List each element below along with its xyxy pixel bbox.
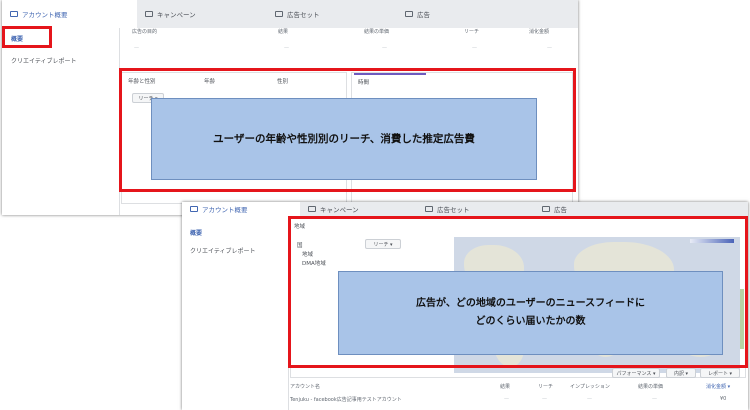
cell-value: — bbox=[472, 45, 477, 51]
top-sidebar: 概要 クリエイティブレポート bbox=[2, 28, 120, 215]
performance-dropdown[interactable]: パフォーマンス ▾ bbox=[612, 368, 660, 378]
bottom-sidebar: 概要 クリエイティブレポート bbox=[182, 216, 289, 410]
cell-value: — bbox=[504, 396, 509, 402]
region-highlight-box bbox=[288, 216, 748, 368]
cell-value: — bbox=[284, 45, 289, 51]
account-overview-icon bbox=[10, 11, 18, 17]
column-header-reach[interactable]: リーチ bbox=[464, 28, 479, 35]
demographics-highlight-box bbox=[119, 68, 576, 192]
grid-icon bbox=[425, 206, 433, 212]
column-header-results[interactable]: 結果 bbox=[500, 383, 510, 390]
cell-value: — bbox=[382, 45, 387, 51]
tab-label: キャンペーン bbox=[320, 206, 359, 214]
ad-icon bbox=[542, 206, 550, 212]
sidebar-item-summary[interactable]: 概要 bbox=[190, 228, 202, 237]
tab-ad[interactable]: 広告 bbox=[534, 202, 748, 216]
tab-label: アカウント概要 bbox=[22, 11, 68, 19]
column-header-cost-per-result[interactable]: 結果の単価 bbox=[638, 383, 663, 390]
account-overview-icon bbox=[190, 206, 198, 212]
tab-label: 広告セット bbox=[287, 11, 320, 19]
cell-value: — bbox=[547, 45, 552, 51]
bottom-panel: アカウント概要 キャンペーン 広告セット 広告 概要 クリエイティブレポート 地… bbox=[182, 202, 748, 410]
tab-label: 広告セット bbox=[437, 206, 470, 214]
column-header-amount-spent[interactable]: 消化金額 bbox=[529, 28, 549, 35]
account-name-cell[interactable]: Tenjuku - facebook広告記事用テストアカウント bbox=[290, 396, 402, 403]
ad-icon bbox=[405, 11, 413, 17]
folder-icon bbox=[145, 11, 153, 17]
column-header-results[interactable]: 結果 bbox=[278, 28, 288, 35]
cell-value: — bbox=[587, 396, 592, 402]
top-tab-bar: アカウント概要 キャンペーン 広告セット 広告 bbox=[2, 0, 578, 28]
grid-icon bbox=[275, 11, 283, 17]
cell-value: — bbox=[652, 396, 657, 402]
tab-label: キャンペーン bbox=[157, 11, 196, 19]
folder-icon bbox=[308, 206, 316, 212]
tab-account-overview[interactable]: アカウント概要 bbox=[2, 0, 137, 28]
cell-value: — bbox=[542, 396, 547, 402]
cell-value: — bbox=[134, 45, 139, 51]
column-header-cost-per-result[interactable]: 結果の単価 bbox=[364, 28, 389, 35]
tab-label: 広告 bbox=[417, 11, 430, 19]
tab-campaign[interactable]: キャンペーン bbox=[137, 0, 267, 28]
column-header-amount-spent[interactable]: 消化金額 ▾ bbox=[706, 383, 730, 390]
tab-adset[interactable]: 広告セット bbox=[417, 202, 534, 216]
bottom-tab-bar: アカウント概要 キャンペーン 広告セット 広告 bbox=[182, 202, 748, 216]
tab-account-overview[interactable]: アカウント概要 bbox=[182, 202, 300, 216]
sidebar-item-creative-report[interactable]: クリエイティブレポート bbox=[11, 56, 77, 65]
column-header-objective[interactable]: 広告の目的 bbox=[132, 28, 157, 35]
tab-label: アカウント概要 bbox=[202, 206, 248, 214]
tab-label: 広告 bbox=[554, 206, 567, 214]
breakdown-dropdown[interactable]: 内訳 ▾ bbox=[666, 368, 696, 378]
amount-spent-cell: ¥0 bbox=[720, 396, 727, 402]
column-header-reach[interactable]: リーチ bbox=[538, 383, 553, 390]
summary-highlight-box bbox=[2, 26, 52, 48]
tab-ad[interactable]: 広告 bbox=[397, 0, 578, 28]
column-header-account-name[interactable]: アカウント名 bbox=[290, 383, 320, 390]
top-panel: アカウント概要 キャンペーン 広告セット 広告 概要 クリエイティブレポート 広… bbox=[2, 0, 578, 215]
sidebar-item-creative-report[interactable]: クリエイティブレポート bbox=[190, 246, 256, 255]
column-header-impressions[interactable]: インプレッション bbox=[570, 383, 610, 390]
report-dropdown[interactable]: レポート ▾ bbox=[700, 368, 740, 378]
tab-campaign[interactable]: キャンペーン bbox=[300, 202, 417, 216]
tab-adset[interactable]: 広告セット bbox=[267, 0, 397, 28]
